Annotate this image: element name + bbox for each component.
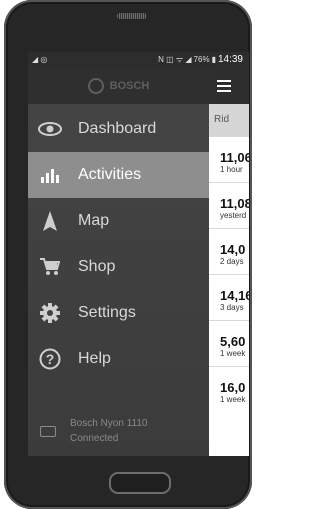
menu-item-activities[interactable]: Activities <box>28 152 209 198</box>
navigation-drawer: BOSCH Dashboard Activities Map Shop Sett… <box>28 68 209 456</box>
bosch-logo-icon <box>87 78 104 94</box>
ride-time: 1 week <box>220 349 246 358</box>
list-item[interactable]: 11,06 1 hour <box>209 136 249 182</box>
battery-level: 76% <box>193 55 210 64</box>
phone-frame: ◢ ◎ N ◫ ᯤ ◢ 76% ▮ 14:39 Rid 11,06 1 hour… <box>4 0 252 509</box>
svg-text:?: ? <box>46 351 55 367</box>
list-item[interactable]: 16,0 1 week <box>209 366 249 412</box>
battery-icon: ▮ <box>211 55 216 64</box>
device-icon <box>40 426 56 437</box>
ride-distance: 11,08 <box>220 196 249 211</box>
home-button[interactable] <box>109 472 171 494</box>
cart-icon <box>38 256 62 278</box>
ride-distance: 16,0 <box>220 380 246 395</box>
ride-time: 1 hour <box>220 165 243 174</box>
menu-item-help[interactable]: ? Help <box>28 336 209 382</box>
ride-distance: 11,06 <box>220 150 249 165</box>
screen: ◢ ◎ N ◫ ᯤ ◢ 76% ▮ 14:39 Rid 11,06 1 hour… <box>28 52 249 456</box>
device-status[interactable]: Bosch Nyon 1110 Connected <box>40 416 147 446</box>
gear-icon <box>38 302 62 324</box>
brand-header: BOSCH <box>28 68 209 104</box>
menu-label: Help <box>78 350 111 367</box>
ride-time: 2 days <box>220 257 244 266</box>
list-item[interactable]: 11,08 yesterd <box>209 182 249 228</box>
help-icon: ? <box>38 348 62 370</box>
list-header: Rid <box>209 104 249 136</box>
status-icons: N ◫ ᯤ ◢ <box>158 55 192 64</box>
list-item[interactable]: 14,0 2 days <box>209 228 249 274</box>
app-bar <box>209 68 249 104</box>
list-item[interactable]: 14,16 3 days <box>209 274 249 320</box>
brand-name: BOSCH <box>109 80 150 92</box>
clock: 14:39 <box>217 54 243 65</box>
menu-label: Settings <box>78 304 136 321</box>
ride-distance: 14,16 <box>220 288 249 303</box>
status-right: N ◫ ᯤ ◢ 76% ▮ 14:39 <box>158 54 243 65</box>
ride-time: yesterd <box>220 211 247 220</box>
menu-label: Dashboard <box>78 120 157 137</box>
navigation-arrow-icon <box>38 210 62 232</box>
device-connection: Connected <box>70 433 119 444</box>
device-name: Bosch Nyon 1110 <box>70 418 148 429</box>
ride-time: 1 week <box>220 395 246 404</box>
ride-distance: 14,0 <box>220 242 246 257</box>
menu-item-map[interactable]: Map <box>28 198 209 244</box>
menu-label: Shop <box>78 258 116 275</box>
bar-chart-icon <box>38 164 62 186</box>
ride-distance: 5,60 <box>220 334 246 349</box>
menu-item-dashboard[interactable]: Dashboard <box>28 106 209 152</box>
eye-icon <box>38 118 62 140</box>
menu-label: Activities <box>78 166 142 183</box>
ride-time: 3 days <box>220 303 244 312</box>
menu-label: Map <box>78 212 110 229</box>
list-item[interactable]: 5,60 1 week <box>209 320 249 366</box>
hamburger-menu-icon[interactable] <box>217 80 231 95</box>
menu-item-shop[interactable]: Shop <box>28 244 209 290</box>
status-bar: ◢ ◎ N ◫ ᯤ ◢ 76% ▮ 14:39 <box>28 52 249 68</box>
menu-item-settings[interactable]: Settings <box>28 290 209 336</box>
speaker-grille <box>117 13 147 19</box>
status-left-icons: ◢ ◎ <box>32 55 48 64</box>
